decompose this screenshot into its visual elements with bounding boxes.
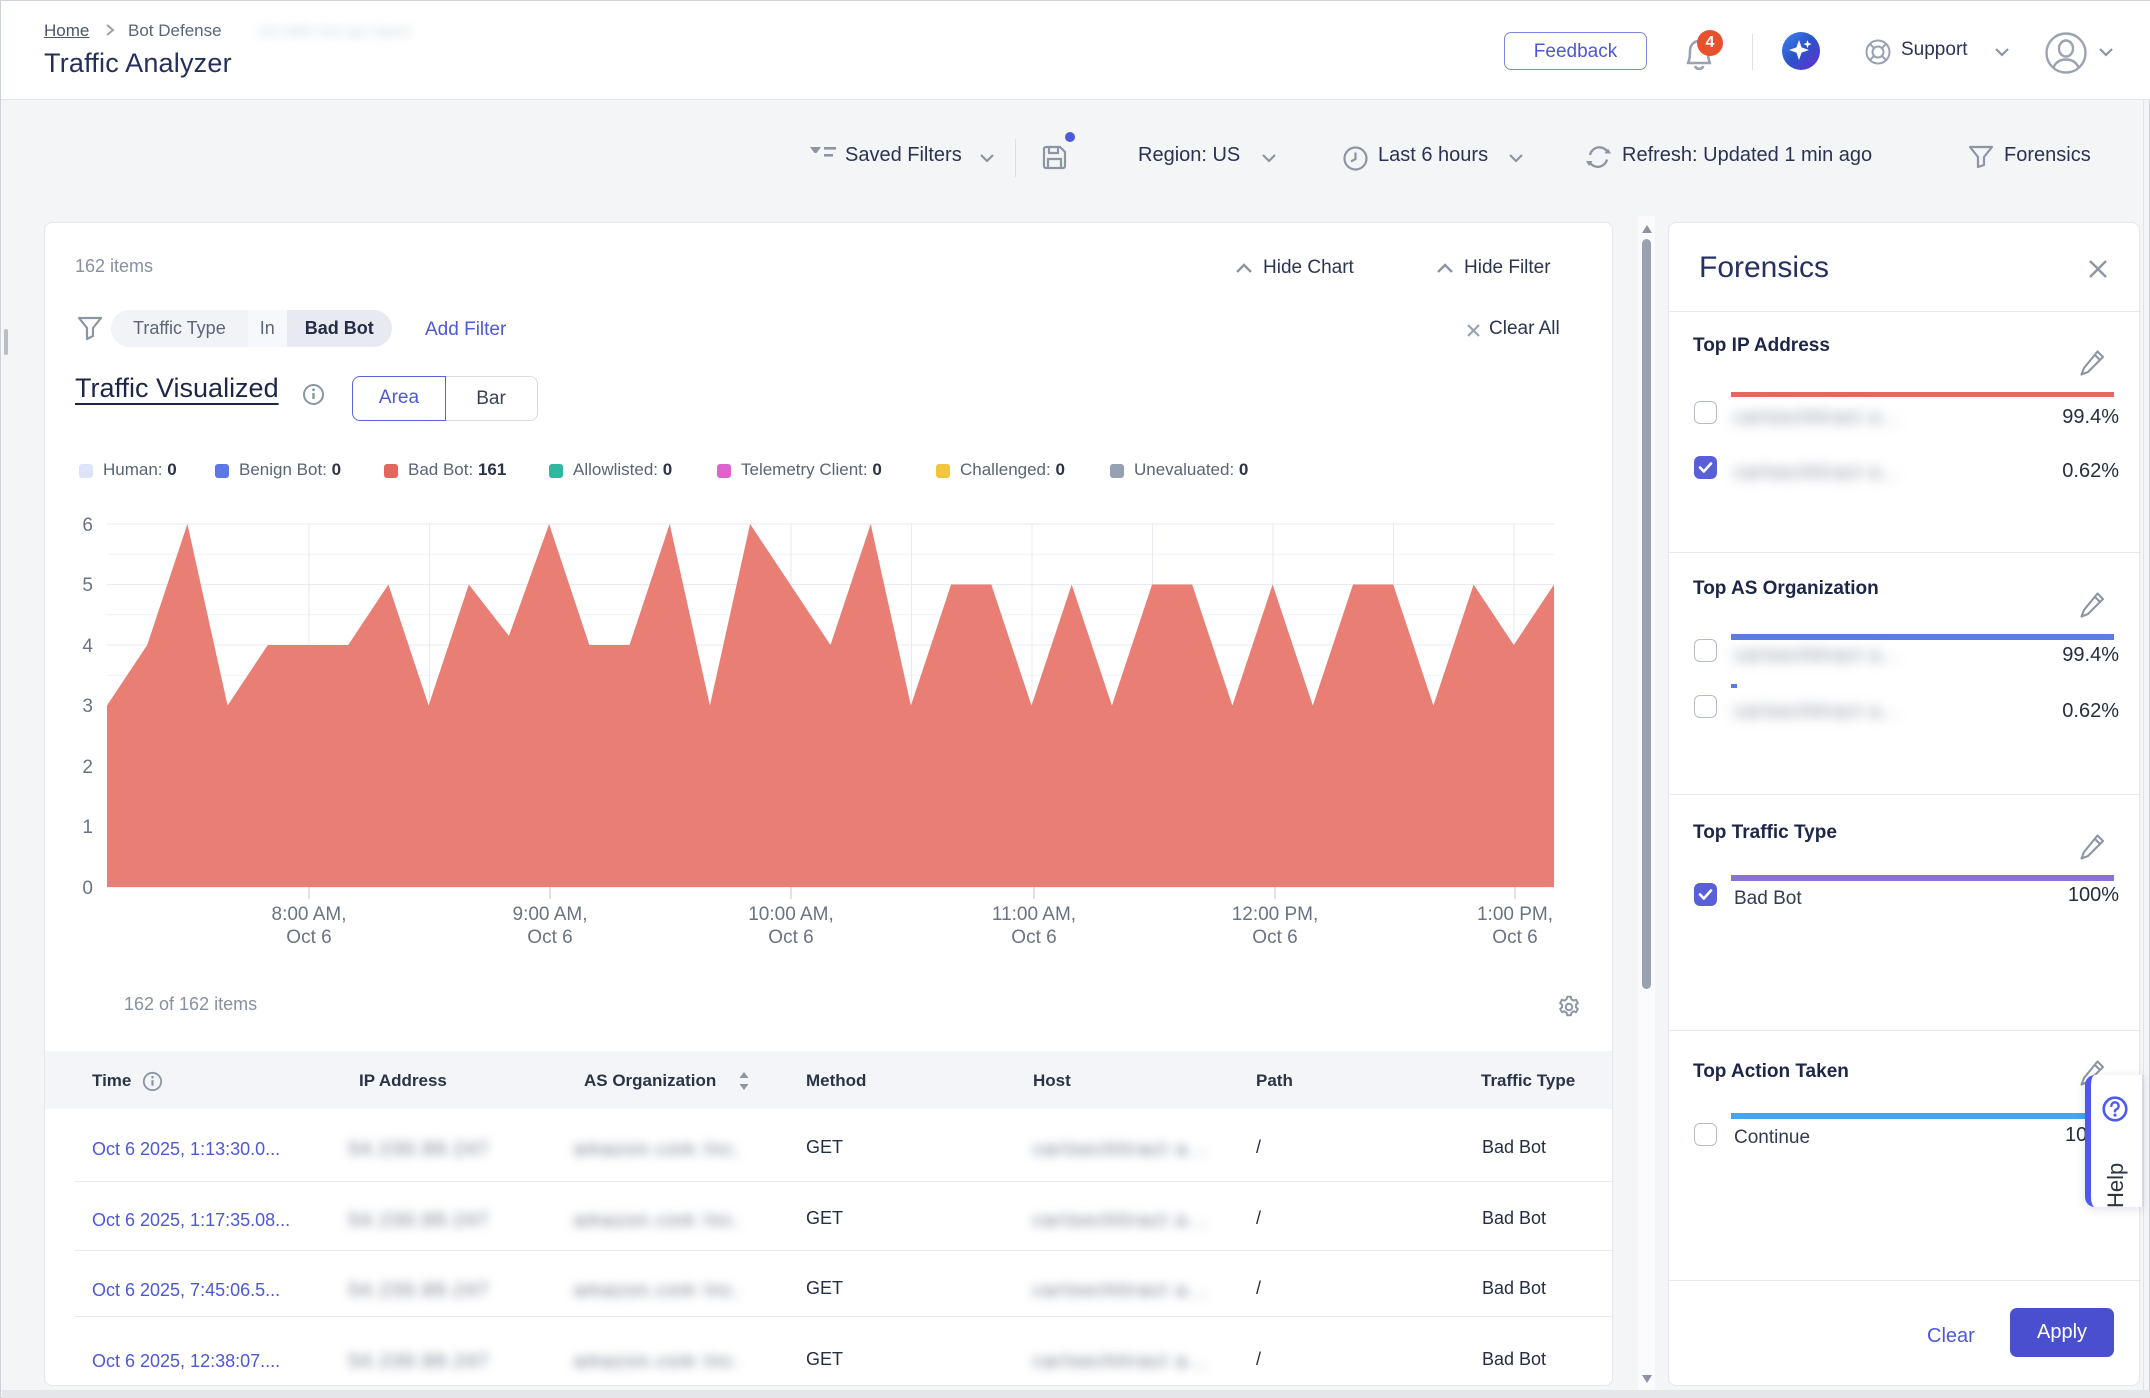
- svg-text:1: 1: [82, 817, 93, 838]
- svg-text:12:00 PM,: 12:00 PM,: [1232, 904, 1319, 925]
- svg-text:4: 4: [82, 636, 93, 657]
- svg-text:Oct 6: Oct 6: [527, 927, 572, 943]
- svg-text:9:00 AM,: 9:00 AM,: [513, 904, 588, 925]
- svg-text:0: 0: [82, 878, 93, 899]
- svg-text:11:00 AM,: 11:00 AM,: [992, 904, 1076, 925]
- svg-text:Oct 6: Oct 6: [768, 927, 813, 943]
- svg-text:10:00 AM,: 10:00 AM,: [748, 904, 834, 925]
- svg-text:8:00 AM,: 8:00 AM,: [272, 904, 347, 925]
- svg-text:1:00 PM,: 1:00 PM,: [1477, 904, 1553, 925]
- svg-text:5: 5: [82, 575, 93, 596]
- svg-text:Oct 6: Oct 6: [286, 927, 331, 943]
- svg-text:2: 2: [82, 757, 93, 778]
- svg-text:Oct 6: Oct 6: [1252, 927, 1297, 943]
- svg-text:6: 6: [82, 515, 93, 536]
- svg-text:Oct 6: Oct 6: [1492, 927, 1537, 943]
- svg-text:3: 3: [82, 696, 93, 717]
- svg-text:Oct 6: Oct 6: [1011, 927, 1056, 943]
